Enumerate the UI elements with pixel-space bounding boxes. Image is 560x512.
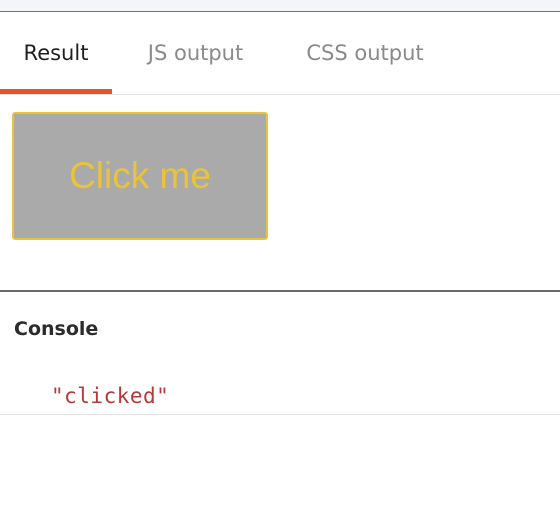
- tab-js-output-label: JS output: [147, 41, 244, 65]
- active-tab-indicator: [0, 89, 112, 94]
- console-divider[interactable]: [0, 290, 560, 292]
- tab-result[interactable]: Result: [0, 12, 112, 94]
- tab-css-output[interactable]: CSS output: [288, 12, 442, 94]
- result-preview: Click me: [0, 95, 560, 290]
- console-entry-value: "clicked": [51, 384, 170, 408]
- tab-result-label: Result: [23, 41, 89, 65]
- console-entry: "clicked": [0, 374, 560, 415]
- output-tabs: Result JS output CSS output: [0, 12, 560, 95]
- console-title: Console: [14, 318, 99, 340]
- tab-css-output-label: CSS output: [306, 41, 424, 65]
- tab-js-output[interactable]: JS output: [127, 12, 264, 94]
- click-me-button[interactable]: Click me: [12, 112, 268, 240]
- top-border: [0, 0, 560, 12]
